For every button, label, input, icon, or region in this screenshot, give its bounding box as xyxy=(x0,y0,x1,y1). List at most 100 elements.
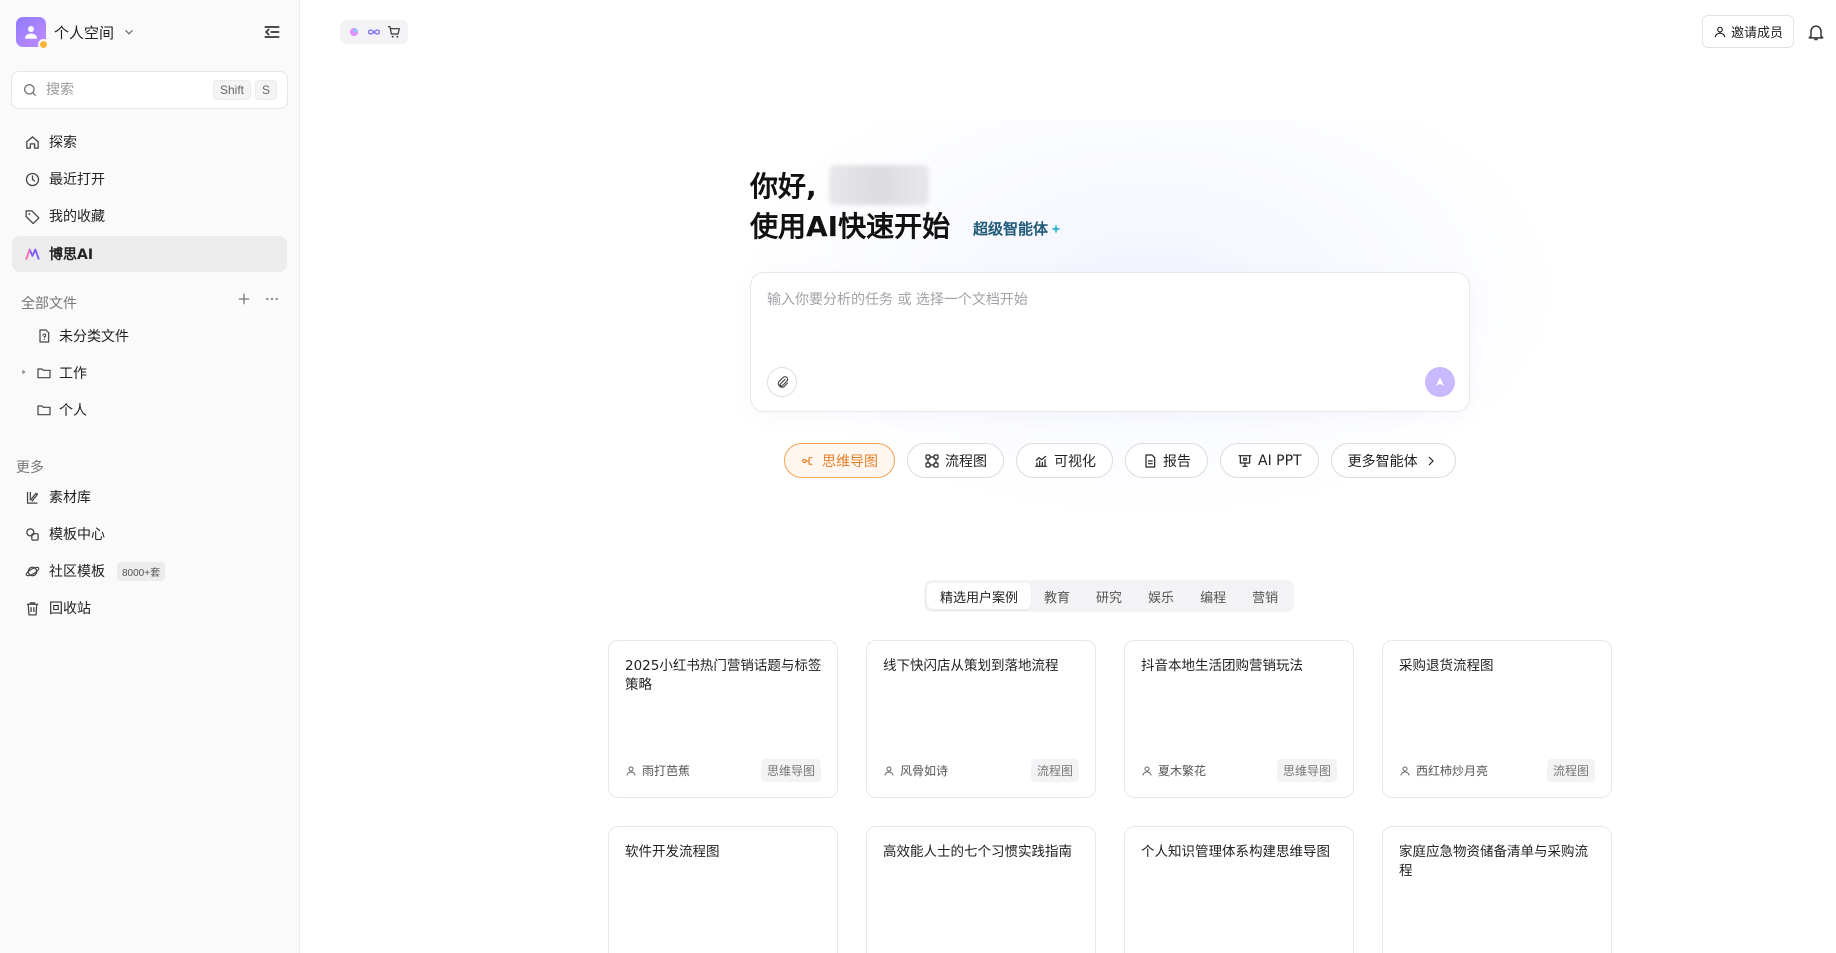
workspace-switcher[interactable]: 个人空间 xyxy=(16,16,136,50)
bell-icon[interactable] xyxy=(1806,22,1826,42)
template-card[interactable]: 抖音本地生活团购营销玩法 夏木繁花 思维导图 xyxy=(1124,640,1354,798)
paperclip-icon xyxy=(777,375,788,388)
template-card[interactable]: 高效能人士的七个习惯实践指南 xyxy=(866,826,1096,953)
nav-boardmix-ai-label: 博思AI xyxy=(49,247,94,263)
chip-mindmap[interactable]: 思维导图 xyxy=(784,443,895,478)
template-card[interactable]: 软件开发流程图 xyxy=(608,826,838,953)
card-author-name: 雨打芭蕉 xyxy=(642,764,691,778)
planet-icon xyxy=(25,566,40,576)
agent-chips: 思维导图 流程图 可视化 报告 AI PPT 更多智能体 xyxy=(784,443,1456,478)
chip-report[interactable]: 报告 xyxy=(1125,443,1208,478)
folder-icon xyxy=(37,405,51,416)
trash-icon xyxy=(26,601,39,616)
more-section-label: 更多 xyxy=(16,460,44,476)
card-author: 夏木繁花 xyxy=(1141,762,1206,779)
folder-item-work[interactable]: 工作 xyxy=(36,356,87,390)
template-card[interactable]: 采购退货流程图 西红柿炒月亮 流程图 xyxy=(1382,640,1612,798)
nav-community-label: 社区模板 xyxy=(49,564,105,580)
cart-icon[interactable] xyxy=(386,24,402,40)
invite-member-button[interactable]: 邀请成员 xyxy=(1702,15,1795,48)
user-name-blurred xyxy=(828,165,929,205)
chip-flowchart[interactable]: 流程图 xyxy=(907,443,1004,478)
folder-item-personal[interactable]: 个人 xyxy=(36,393,87,427)
more-icon[interactable] xyxy=(264,291,280,307)
flowchart-icon xyxy=(925,453,939,468)
search-box[interactable]: Shift S xyxy=(11,71,288,109)
chip-ai-ppt-label: AI PPT xyxy=(1258,452,1302,469)
nav-trash[interactable]: 回收站 xyxy=(12,590,287,626)
nav-recent[interactable]: 最近打开 xyxy=(12,161,287,197)
unsorted-file-icon xyxy=(39,329,50,343)
nav-boardmix-ai[interactable]: 博思AI xyxy=(12,236,287,272)
nav-explore-label: 探索 xyxy=(49,135,77,151)
plus-icon[interactable] xyxy=(236,291,252,307)
card-author: 风骨如诗 xyxy=(883,762,948,779)
user-icon xyxy=(1400,766,1410,776)
card-author-name: 夏木繁花 xyxy=(1158,764,1207,778)
shortcut-key-s: S xyxy=(254,80,277,100)
folder-item-work-label: 工作 xyxy=(59,366,87,382)
nav-recent-label: 最近打开 xyxy=(49,172,105,188)
tab-education[interactable]: 教育 xyxy=(1031,583,1083,609)
nav-explore[interactable]: 探索 xyxy=(12,124,287,160)
search-input[interactable] xyxy=(46,82,196,98)
card-title: 高效能人士的七个习惯实践指南 xyxy=(883,844,1072,860)
folder-item-unsorted-label: 未分类文件 xyxy=(59,329,129,345)
user-icon xyxy=(626,766,636,776)
all-files-label: 全部文件 xyxy=(21,296,77,312)
chip-visualize-label: 可视化 xyxy=(1054,453,1096,470)
chip-mindmap-label: 思维导图 xyxy=(822,453,878,470)
card-title: 线下快闪店从策划到落地流程 xyxy=(883,658,1059,674)
tab-programming[interactable]: 编程 xyxy=(1187,583,1239,609)
home-icon xyxy=(26,135,39,149)
mindmap-icon xyxy=(802,456,813,465)
nav-community[interactable]: 社区模板 8000+套 xyxy=(12,553,287,589)
card-title: 软件开发流程图 xyxy=(625,844,720,860)
bar-chart-icon xyxy=(1035,455,1047,467)
send-button[interactable] xyxy=(1425,367,1455,397)
prompt-box xyxy=(750,272,1470,412)
collapse-sidebar-icon[interactable] xyxy=(262,22,282,42)
template-card[interactable]: 家庭应急物资储备清单与采购流程 xyxy=(1382,826,1612,953)
tab-research[interactable]: 研究 xyxy=(1083,583,1135,609)
chip-flowchart-label: 流程图 xyxy=(945,453,987,470)
ai-brain-icon[interactable] xyxy=(346,24,362,40)
greeting-text: 你好, xyxy=(750,170,817,203)
send-arrow-icon xyxy=(1435,377,1445,387)
template-card[interactable]: 个人知识管理体系构建思维导图 xyxy=(1124,826,1354,953)
assets-icon xyxy=(26,491,39,504)
hero-subtitle: 使用AI快速开始 xyxy=(750,210,951,243)
chip-more-agents[interactable]: 更多智能体 xyxy=(1330,443,1456,478)
card-author-name: 西红柿炒月亮 xyxy=(1416,764,1489,778)
folder-icon xyxy=(37,368,51,379)
chevron-right-icon xyxy=(1428,456,1434,465)
folder-item-unsorted[interactable]: 未分类文件 xyxy=(36,319,129,353)
prompt-input[interactable] xyxy=(767,289,1447,349)
user-icon xyxy=(1714,26,1726,37)
card-title: 家庭应急物资储备清单与采购流程 xyxy=(1399,844,1588,879)
card-author: 雨打芭蕉 xyxy=(625,762,690,779)
document-icon xyxy=(1145,453,1156,468)
template-card[interactable]: 线下快闪店从策划到落地流程 风骨如诗 流程图 xyxy=(866,640,1096,798)
sidebar: 个人空间 Shift S 探索 最近打开 我的收藏 博思AI 全部文件 未分类文… xyxy=(0,0,300,953)
template-icon xyxy=(26,527,39,541)
card-type-tag: 流程图 xyxy=(1546,759,1595,782)
folder-item-personal-label: 个人 xyxy=(59,403,87,419)
nav-assets[interactable]: 素材库 xyxy=(12,479,287,515)
super-agent-link[interactable]: 超级智能体 xyxy=(973,218,1062,239)
nav-trash-label: 回收站 xyxy=(49,601,91,617)
user-icon xyxy=(884,766,894,776)
nav-favorites[interactable]: 我的收藏 xyxy=(12,198,287,234)
chip-visualize[interactable]: 可视化 xyxy=(1016,443,1113,478)
tab-featured[interactable]: 精选用户案例 xyxy=(927,583,1032,609)
tab-entertainment[interactable]: 娱乐 xyxy=(1135,583,1187,609)
chip-ai-ppt[interactable]: AI PPT xyxy=(1220,443,1319,478)
search-icon xyxy=(24,84,36,96)
nav-templates[interactable]: 模板中心 xyxy=(12,516,287,552)
template-card[interactable]: 2025小红书热门营销话题与标签策略 雨打芭蕉 思维导图 xyxy=(608,640,838,798)
caret-right-icon[interactable] xyxy=(20,368,28,376)
attach-button[interactable] xyxy=(767,367,797,397)
tab-marketing[interactable]: 营销 xyxy=(1239,583,1291,609)
invite-member-label: 邀请成员 xyxy=(1731,26,1784,41)
infinity-icon[interactable] xyxy=(366,24,382,40)
